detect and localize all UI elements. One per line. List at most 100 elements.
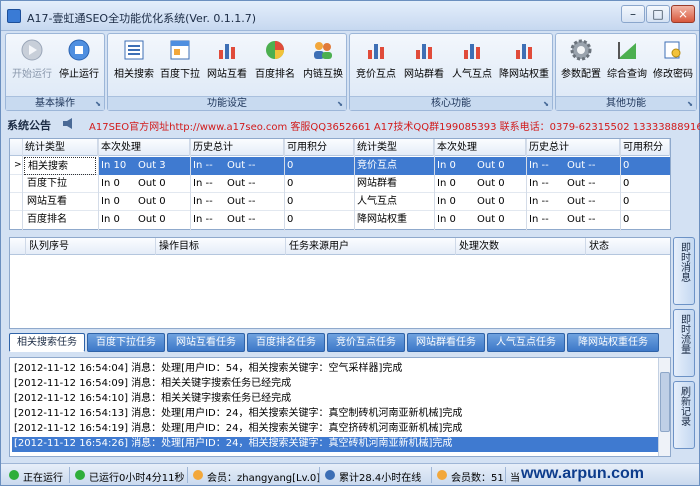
type-cell: 竞价互点 [354, 157, 434, 175]
tab-lower-weight[interactable]: 降网站权重任务 [567, 333, 659, 352]
stop-button[interactable]: 停止运行 [56, 38, 102, 84]
current-out-cell: Out 3 [135, 157, 190, 175]
link-exchange-button[interactable]: 内链互换 [300, 38, 346, 84]
query-button[interactable]: 综合查询 [604, 38, 650, 84]
stop-icon [67, 38, 91, 62]
start-button[interactable]: 开始运行 [10, 38, 54, 84]
log-line-selected[interactable]: [2012-11-12 16:54:26] 消息：处理[用户ID：24，相关搜索… [12, 437, 658, 452]
current-out-cell: Out 0 [477, 178, 505, 189]
history-in-cell: In -- [193, 214, 213, 225]
tab-instant-traffic[interactable]: 即时流量 [673, 309, 695, 377]
column-header[interactable]: 统计类型 [354, 139, 434, 156]
minimize-button[interactable]: – [621, 5, 645, 23]
current-out-cell: Out 0 [138, 178, 166, 189]
pie-chart-icon [263, 38, 287, 62]
table-row[interactable]: 百度下拉 In 0 Out 0 In -- Out -- 0 网站群看 In 0… [10, 175, 670, 193]
group-function-settings: 相关搜索 百度下拉 网站互看 百度排名 内链互换 功能设定 ⬊ [107, 33, 347, 111]
history-out-cell: Out -- [567, 214, 596, 225]
dialog-launcher-icon[interactable]: ⬊ [337, 100, 343, 108]
type-cell: 降网站权重 [357, 214, 407, 225]
divider [505, 467, 506, 483]
queue-header: 队列序号 操作目标 任务来源用户 处理次数 状态 [10, 238, 670, 255]
history-in-cell: In -- [529, 214, 549, 225]
bid-click-button[interactable]: 竞价互点 [352, 38, 400, 84]
dialog-launcher-icon[interactable]: ⬊ [687, 100, 693, 108]
dialog-launcher-icon[interactable]: ⬊ [95, 100, 101, 108]
change-password-button[interactable]: 修改密码 [650, 38, 696, 84]
points-cell: 0 [623, 196, 630, 207]
table-row[interactable]: > 相关搜索 In 10 Out 3 In -- Out -- 0 竞价互点 I… [10, 157, 670, 175]
log-scrollbar[interactable] [658, 358, 670, 456]
site-group-view-button[interactable]: 网站群看 [400, 38, 448, 84]
notice-label: 系统公告 [7, 119, 51, 132]
column-header[interactable]: 本次处理 [98, 139, 190, 156]
lower-weight-button[interactable]: 降网站权重 [496, 38, 552, 84]
tab-related-search[interactable]: 相关搜索任务 [9, 333, 85, 352]
column-header[interactable]: 队列序号 [26, 238, 156, 255]
clock-icon [75, 470, 85, 480]
current-out-cell: Out 0 [477, 214, 505, 225]
current-out-cell: Out 0 [138, 196, 166, 207]
column-header[interactable]: 历史总计 [526, 139, 620, 156]
log-line[interactable]: [2012-11-12 16:54:19] 消息：处理[用户ID：24，相关搜索… [12, 422, 658, 437]
column-header[interactable]: 统计类型 [22, 139, 98, 156]
grid-line [22, 139, 23, 231]
speaker-icon [63, 118, 75, 129]
points-cell: 0 [620, 157, 670, 175]
history-out-cell: Out -- [227, 196, 256, 207]
bar-chart-icon [364, 38, 388, 62]
column-header[interactable]: 可用积分 [620, 139, 670, 156]
tab-site-view[interactable]: 网站互看任务 [167, 333, 245, 352]
message-log[interactable]: [2012-11-12 16:54:04] 消息：处理[用户ID：54，相关搜索… [9, 357, 671, 457]
column-header[interactable]: 本次处理 [434, 139, 526, 156]
popularity-click-button[interactable]: 人气互点 [448, 38, 496, 84]
watermark: www.arpun.com [521, 465, 644, 482]
tab-baidu-rank[interactable]: 百度排名任务 [247, 333, 325, 352]
tab-popularity-click[interactable]: 人气互点任务 [487, 333, 565, 352]
tab-baidu-dropdown[interactable]: 百度下拉任务 [87, 333, 165, 352]
close-button[interactable]: × [671, 5, 695, 23]
log-line[interactable]: [2012-11-12 16:54:09] 消息：相关关键字搜索任务已经完成 [12, 377, 658, 392]
log-line[interactable]: [2012-11-12 16:54:13] 消息：处理[用户ID：24，相关搜索… [12, 407, 658, 422]
table-row[interactable]: 网站互看 In 0 Out 0 In -- Out -- 0 人气互点 In 0… [10, 193, 670, 211]
current-out-cell: Out 0 [477, 196, 505, 207]
maximize-button[interactable]: □ [646, 5, 670, 23]
column-header[interactable]: 历史总计 [190, 139, 284, 156]
history-in-cell: In -- [190, 157, 228, 175]
column-header[interactable]: 操作目标 [156, 238, 286, 255]
column-header[interactable]: 处理次数 [456, 238, 586, 255]
history-out-cell: Out -- [564, 157, 620, 175]
log-line[interactable]: [2012-11-12 16:54:04] 消息：处理[用户ID：54，相关搜索… [12, 362, 658, 377]
column-header[interactable]: 任务来源用户 [286, 238, 456, 255]
user-icon [193, 470, 203, 480]
tab-site-group-view[interactable]: 网站群看任务 [407, 333, 485, 352]
tab-bid-click[interactable]: 竞价互点任务 [327, 333, 405, 352]
history-out-cell: Out -- [567, 196, 596, 207]
site-view-button[interactable]: 网站互看 [204, 38, 250, 84]
tab-instant-message[interactable]: 即时消息 [673, 237, 695, 305]
log-line[interactable]: [2012-11-12 16:54:10] 消息：相关关键字搜索任务已经完成 [12, 392, 658, 407]
current-out-cell: Out 0 [474, 157, 526, 175]
column-header[interactable]: 状态 [586, 238, 670, 255]
baidu-dropdown-button[interactable]: 百度下拉 [158, 38, 202, 84]
type-cell: 百度下拉 [27, 178, 67, 189]
task-tabs: 相关搜索任务 百度下拉任务 网站互看任务 百度排名任务 竞价互点任务 网站群看任… [9, 333, 671, 353]
grid-line [434, 139, 435, 231]
type-cell: 网站群看 [357, 178, 397, 189]
grid-line [526, 139, 527, 231]
tab-refresh-record[interactable]: 刷新记录 [673, 381, 695, 449]
title-bar: A17-壹虹通SEO全功能优化系统(Ver. 0.1.1.7) – □ × [1, 1, 699, 31]
divider [69, 467, 70, 483]
grid-line [98, 139, 99, 231]
settings-button[interactable]: 参数配置 [558, 38, 604, 84]
notice-bar: 系统公告 A17SEO官方网址http://www.a17seo.com 客服Q… [5, 114, 700, 134]
table-row[interactable]: 百度排名 In 0 Out 0 In -- Out -- 0 降网站权重 In … [10, 211, 670, 229]
baidu-rank-button[interactable]: 百度排名 [252, 38, 298, 84]
grid-line [190, 139, 191, 231]
online-time: 累计28.4小时在线 [339, 473, 422, 484]
scrollbar-thumb[interactable] [660, 372, 670, 432]
related-search-button[interactable]: 相关搜索 [112, 38, 156, 84]
main-window: A17-壹虹通SEO全功能优化系统(Ver. 0.1.1.7) – □ × 开始… [0, 0, 700, 486]
column-header[interactable]: 可用积分 [284, 139, 354, 156]
dialog-launcher-icon[interactable]: ⬊ [543, 100, 549, 108]
